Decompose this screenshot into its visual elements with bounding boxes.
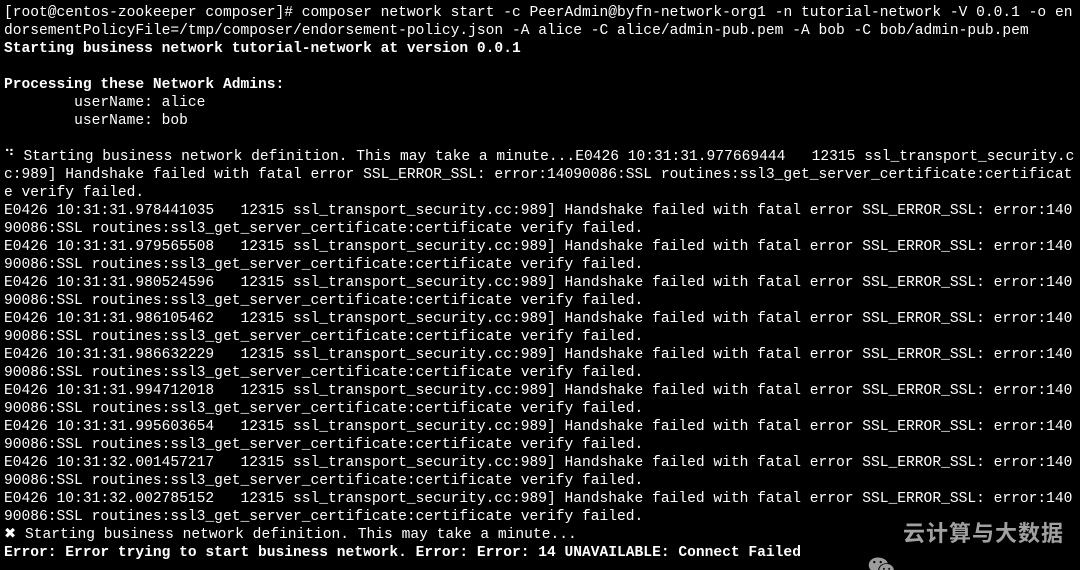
error-line: E0426 10:31:32.001457217 12315 ssl_trans… <box>4 455 1072 489</box>
final-error: Error: Error trying to start business ne… <box>4 545 801 561</box>
admin-line-1: userName: alice <box>4 95 205 111</box>
error-line: E0426 10:31:31.995603654 12315 ssl_trans… <box>4 419 1072 453</box>
terminal-output[interactable]: [root@centos-zookeeper composer]# compos… <box>0 0 1080 570</box>
error-line: E0426 10:31:31.979565508 12315 ssl_trans… <box>4 239 1072 273</box>
watermark-text: 云计算与大数据 <box>903 523 1064 541</box>
start-line: Starting business network tutorial-netwo… <box>4 41 521 57</box>
error-line: E0426 10:31:31.980524596 12315 ssl_trans… <box>4 275 1072 309</box>
error-line: E0426 10:31:31.986105462 12315 ssl_trans… <box>4 311 1072 345</box>
wechat-icon <box>867 518 895 546</box>
admins-header: Processing these Network Admins: <box>4 77 284 93</box>
error-line: E0426 10:31:31.978441035 12315 ssl_trans… <box>4 203 1072 237</box>
watermark: 云计算与大数据 <box>867 518 1064 546</box>
shell-prompt: [root@centos-zookeeper composer]# <box>4 5 293 21</box>
fail-line: ✖ Starting business network definition. … <box>4 527 577 543</box>
error-line: E0426 10:31:31.994712018 12315 ssl_trans… <box>4 383 1072 417</box>
error-line: E0426 10:31:31.986632229 12315 ssl_trans… <box>4 347 1072 381</box>
starting-line: ⠙ Starting business network definition. … <box>4 149 575 165</box>
error-line: E0426 10:31:32.002785152 12315 ssl_trans… <box>4 491 1072 525</box>
admin-line-2: userName: bob <box>4 113 188 129</box>
